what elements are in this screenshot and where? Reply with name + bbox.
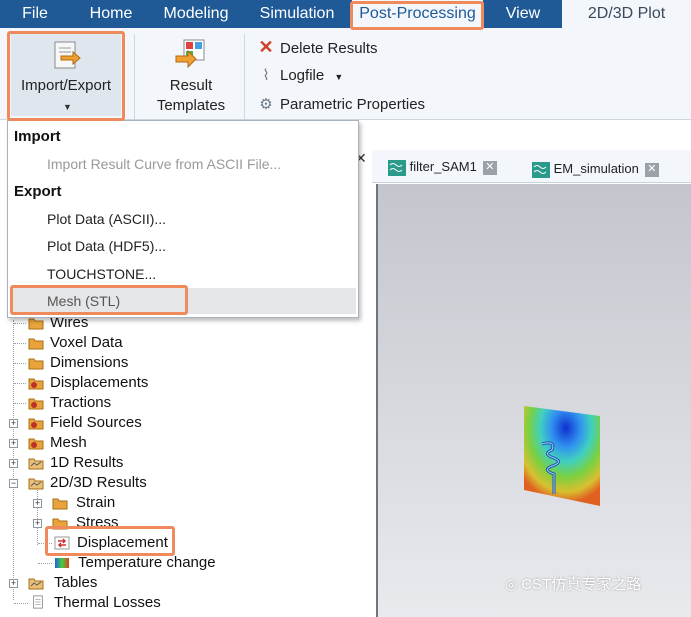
expand-icon[interactable]: +: [9, 419, 18, 428]
waveform-icon: [388, 159, 406, 176]
tree-item-tables[interactable]: + Tables: [0, 573, 360, 593]
wechat-icon: ◎: [505, 576, 518, 592]
tree-connector: [14, 403, 26, 404]
menu-item-import-result-curve: Import Result Curve from ASCII File...: [47, 156, 282, 172]
folder-gear-icon: [28, 378, 44, 390]
tree-item-mesh[interactable]: + Mesh: [0, 433, 360, 453]
tree-item-voxel-data[interactable]: Voxel Data: [0, 333, 360, 353]
menu-view[interactable]: View: [490, 0, 556, 28]
temperature-result-icon: [55, 558, 69, 568]
3d-viewport[interactable]: [376, 184, 691, 617]
folder-gear-icon: [28, 438, 44, 450]
ribbon-separator: [244, 34, 245, 120]
displacement-field-plot: [524, 406, 600, 506]
tree-item-thermal-losses[interactable]: Thermal Losses: [0, 593, 360, 613]
tree-item-label: Field Sources: [50, 414, 142, 431]
folder-gear-icon: [28, 398, 44, 410]
watermark-label: CST仿真专家之路: [521, 576, 642, 593]
folder-gear-icon: [28, 418, 44, 430]
tree-item-label: 1D Results: [50, 454, 124, 471]
tree-item-dimensions[interactable]: Dimensions: [0, 353, 360, 373]
tree-connector: [14, 603, 28, 604]
tree-item-label: Tractions: [50, 394, 112, 411]
menu-item-plot-data-hdf5[interactable]: Plot Data (HDF5)...: [47, 238, 166, 254]
callout-mesh-stl: [10, 285, 188, 315]
result-templates-button[interactable]: Result Templates: [146, 34, 236, 116]
result-templates-icon: [175, 39, 205, 69]
document-icon: [33, 595, 43, 609]
tree-item-label: Tables: [54, 574, 98, 591]
menu-file[interactable]: File: [0, 0, 70, 28]
delete-icon: ✕: [258, 37, 274, 57]
tree-item-2d3d-results[interactable]: − 2D/3D Results: [0, 473, 360, 493]
paperclip-icon: ⌇: [262, 67, 270, 84]
expand-icon[interactable]: +: [9, 439, 18, 448]
tree-connector: [14, 363, 26, 364]
tree-connector: [14, 323, 26, 324]
tab-close-icon[interactable]: ✕: [644, 162, 659, 177]
callout-displacement: [45, 526, 175, 556]
tree-connector: [38, 563, 52, 564]
logfile-label: Logfile: [280, 67, 325, 84]
tree-item-label: Voxel Data: [50, 334, 123, 351]
tab-label: EM_simulation: [553, 161, 639, 176]
menu-modeling[interactable]: Modeling: [150, 0, 242, 28]
logfile-button[interactable]: ⌇ Logfile ▼: [256, 64, 343, 88]
menu-item-touchstone[interactable]: TOUCHSTONE...: [47, 266, 156, 282]
dropdown-arrow-icon: ▼: [334, 72, 344, 82]
tree-item-label: Thermal Losses: [54, 594, 161, 611]
menu-item-plot-data-ascii[interactable]: Plot Data (ASCII)...: [47, 211, 166, 227]
tree-item-label: Temperature change: [78, 554, 216, 571]
tab-close-icon[interactable]: ✕: [482, 160, 497, 175]
tree-item-label: 2D/3D Results: [50, 474, 147, 491]
tree-item-strain[interactable]: + Strain: [0, 493, 360, 513]
menu-home[interactable]: Home: [75, 0, 147, 28]
import-header: Import: [14, 128, 61, 145]
delete-results-button[interactable]: ✕ Delete Results: [256, 35, 378, 59]
parametric-properties-icon: ⚙: [259, 96, 273, 113]
tree-item-label: Displacements: [50, 374, 149, 391]
export-header: Export: [14, 183, 62, 200]
tree-connector: [14, 383, 26, 384]
tab-em-simulation[interactable]: EM_simulation ✕: [532, 158, 659, 180]
callout-post-processing: [350, 1, 484, 30]
parametric-properties-button[interactable]: ⚙ Parametric Properties: [256, 93, 425, 117]
expand-icon[interactable]: +: [9, 579, 18, 588]
folder-icon: [28, 338, 44, 350]
results-folder-icon: [28, 578, 44, 590]
delete-results-label: Delete Results: [280, 40, 378, 57]
results-folder-icon: [28, 458, 44, 470]
tree-item-label: Strain: [76, 494, 116, 511]
tab-label: filter_SAM1: [409, 159, 477, 174]
tree-item-label: Dimensions: [50, 354, 129, 371]
tab-filter-sam1[interactable]: filter_SAM1 ✕: [388, 156, 497, 178]
folder-icon: [28, 318, 44, 330]
expand-icon[interactable]: +: [33, 499, 42, 508]
menu-bar: File Home Modeling Simulation Post-Proce…: [0, 0, 691, 28]
tree-item-tractions[interactable]: Tractions: [0, 393, 360, 413]
callout-import-export: [7, 31, 125, 121]
ribbon-separator: [134, 34, 135, 120]
results-folder-icon: [28, 478, 44, 490]
menu-2d3d-plot[interactable]: 2D/3D Plot: [562, 0, 691, 28]
tree-item-field-sources[interactable]: + Field Sources: [0, 413, 360, 433]
tree-connector: [14, 343, 26, 344]
collapse-icon[interactable]: −: [9, 479, 18, 488]
expand-icon[interactable]: +: [33, 519, 42, 528]
watermark: ◎ CST仿真专家之路: [505, 573, 641, 594]
tree-item-label: Mesh: [50, 434, 87, 451]
parametric-properties-label: Parametric Properties: [280, 96, 426, 113]
menu-simulation[interactable]: Simulation: [246, 0, 348, 28]
result-templates-label: Result Templates: [156, 77, 226, 114]
expand-icon[interactable]: +: [9, 459, 18, 468]
tree-item-temperature-change[interactable]: Temperature change: [0, 553, 360, 573]
waveform-icon: [532, 161, 550, 178]
tree-item-1d-results[interactable]: + 1D Results: [0, 453, 360, 473]
tree-item-displacements[interactable]: Displacements: [0, 373, 360, 393]
folder-icon: [52, 498, 68, 510]
folder-icon: [28, 358, 44, 370]
